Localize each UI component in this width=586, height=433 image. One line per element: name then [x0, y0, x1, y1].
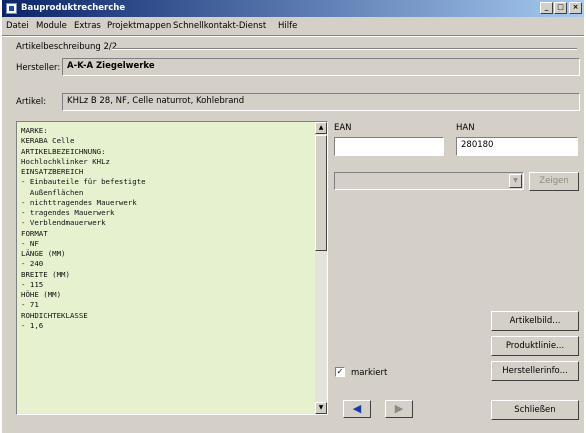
description-line: HÖHE (MM): [21, 290, 62, 299]
menu-extras[interactable]: Extras: [74, 21, 101, 31]
menu-projektmappen[interactable]: Projektmappen: [107, 21, 171, 31]
description-line: - 1,6: [21, 320, 44, 330]
hersteller-field: A-K-A Ziegelwerke: [62, 58, 580, 76]
description-line: - tragendes Mauerwerk: [21, 208, 115, 217]
scroll-up-button[interactable]: ▲: [315, 122, 327, 134]
description-line: - Einbauteile für befestigte: [21, 177, 146, 187]
next-button[interactable]: ▶: [385, 400, 413, 418]
close-button[interactable]: ×: [569, 2, 582, 14]
ean-label: EAN: [334, 123, 352, 133]
description-line: Hochlochklinker KHLz: [21, 156, 110, 166]
menu-schnellkontakt-dienst[interactable]: Schnellkontakt-Dienst: [173, 21, 266, 31]
schliessen-button[interactable]: Schließen: [491, 400, 579, 420]
description-line: - 240: [21, 259, 44, 269]
scroll-down-button[interactable]: ▼: [315, 402, 327, 414]
description-line: - Verblendmauerwerk: [21, 218, 106, 228]
description-line: EINSATZBEREICH: [21, 167, 84, 176]
produktlinie-button[interactable]: Produktlinie...: [491, 336, 579, 356]
checkmark-icon: ✓: [336, 367, 344, 376]
variant-select[interactable]: ▼: [334, 172, 524, 190]
menu-hilfe[interactable]: Hilfe: [278, 21, 297, 31]
menu-bar: Datei Module Extras Projektmappen Schnel…: [2, 18, 584, 34]
artikelbild-button[interactable]: Artikelbild...: [491, 311, 579, 331]
description-line: LÄNGE (MM): [21, 249, 66, 258]
description-line: - nichttragendes Mauerwerk: [21, 197, 137, 207]
description-listbox[interactable]: MARKE: KERABA Celle ARTIKELBEZEICHNUNG: Hoc…: [16, 121, 328, 415]
previous-button[interactable]: ◀: [343, 400, 371, 418]
description-line: - NF: [21, 238, 39, 248]
description-line: FORMAT: [21, 228, 48, 238]
maximize-button[interactable]: □: [554, 2, 567, 14]
application-window: Bauproduktrecherche _ □ × Datei Module E…: [2, 0, 584, 433]
zeigen-button[interactable]: Zeigen: [529, 172, 579, 191]
description-line: ARTIKELBEZEICHNUNG:: [21, 146, 106, 156]
description-scrollbar[interactable]: ▲ ▼: [315, 122, 327, 414]
han-label: HAN: [456, 123, 475, 133]
window-title: Bauproduktrecherche: [21, 3, 126, 13]
title-bar[interactable]: Bauproduktrecherche _ □ ×: [2, 0, 584, 17]
section-title: Artikelbeschreibung 2/2: [16, 42, 118, 52]
markiert-label: markiert: [351, 368, 388, 378]
menu-datei[interactable]: Datei: [6, 21, 29, 31]
markiert-checkbox[interactable]: ✓: [335, 367, 345, 377]
description-line: BREITE (MM): [21, 269, 70, 279]
description-line: - 71: [21, 300, 39, 310]
minimize-button[interactable]: _: [540, 2, 553, 14]
arrow-right-icon: ▶: [394, 402, 404, 415]
scroll-thumb[interactable]: [315, 135, 327, 251]
description-line: MARKE:: [21, 126, 48, 135]
description-line: Außenflächen: [21, 187, 84, 197]
description-text: MARKE: KERABA Celle ARTIKELBEZEICHNUNG: Hoc…: [21, 126, 146, 331]
arrow-left-icon: ◀: [352, 402, 362, 415]
app-icon: [6, 3, 17, 14]
artikel-label: Artikel:: [16, 97, 47, 107]
section-divider: [112, 48, 577, 50]
hersteller-label: Hersteller:: [16, 63, 61, 73]
artikel-field: KHLz B 28, NF, Celle naturrot, Kohlebran…: [62, 93, 580, 111]
description-line: ROHDICHTEKLASSE: [21, 310, 88, 320]
menu-module[interactable]: Module: [36, 21, 67, 31]
han-field[interactable]: 280180: [456, 137, 578, 156]
menu-separator: [2, 35, 584, 37]
herstellerinfo-button[interactable]: Herstellerinfo...: [491, 361, 579, 381]
description-line: - 115: [21, 279, 44, 289]
ean-field[interactable]: [334, 137, 444, 156]
chevron-down-icon[interactable]: ▼: [509, 174, 522, 188]
description-line: KERABA Celle: [21, 136, 75, 146]
